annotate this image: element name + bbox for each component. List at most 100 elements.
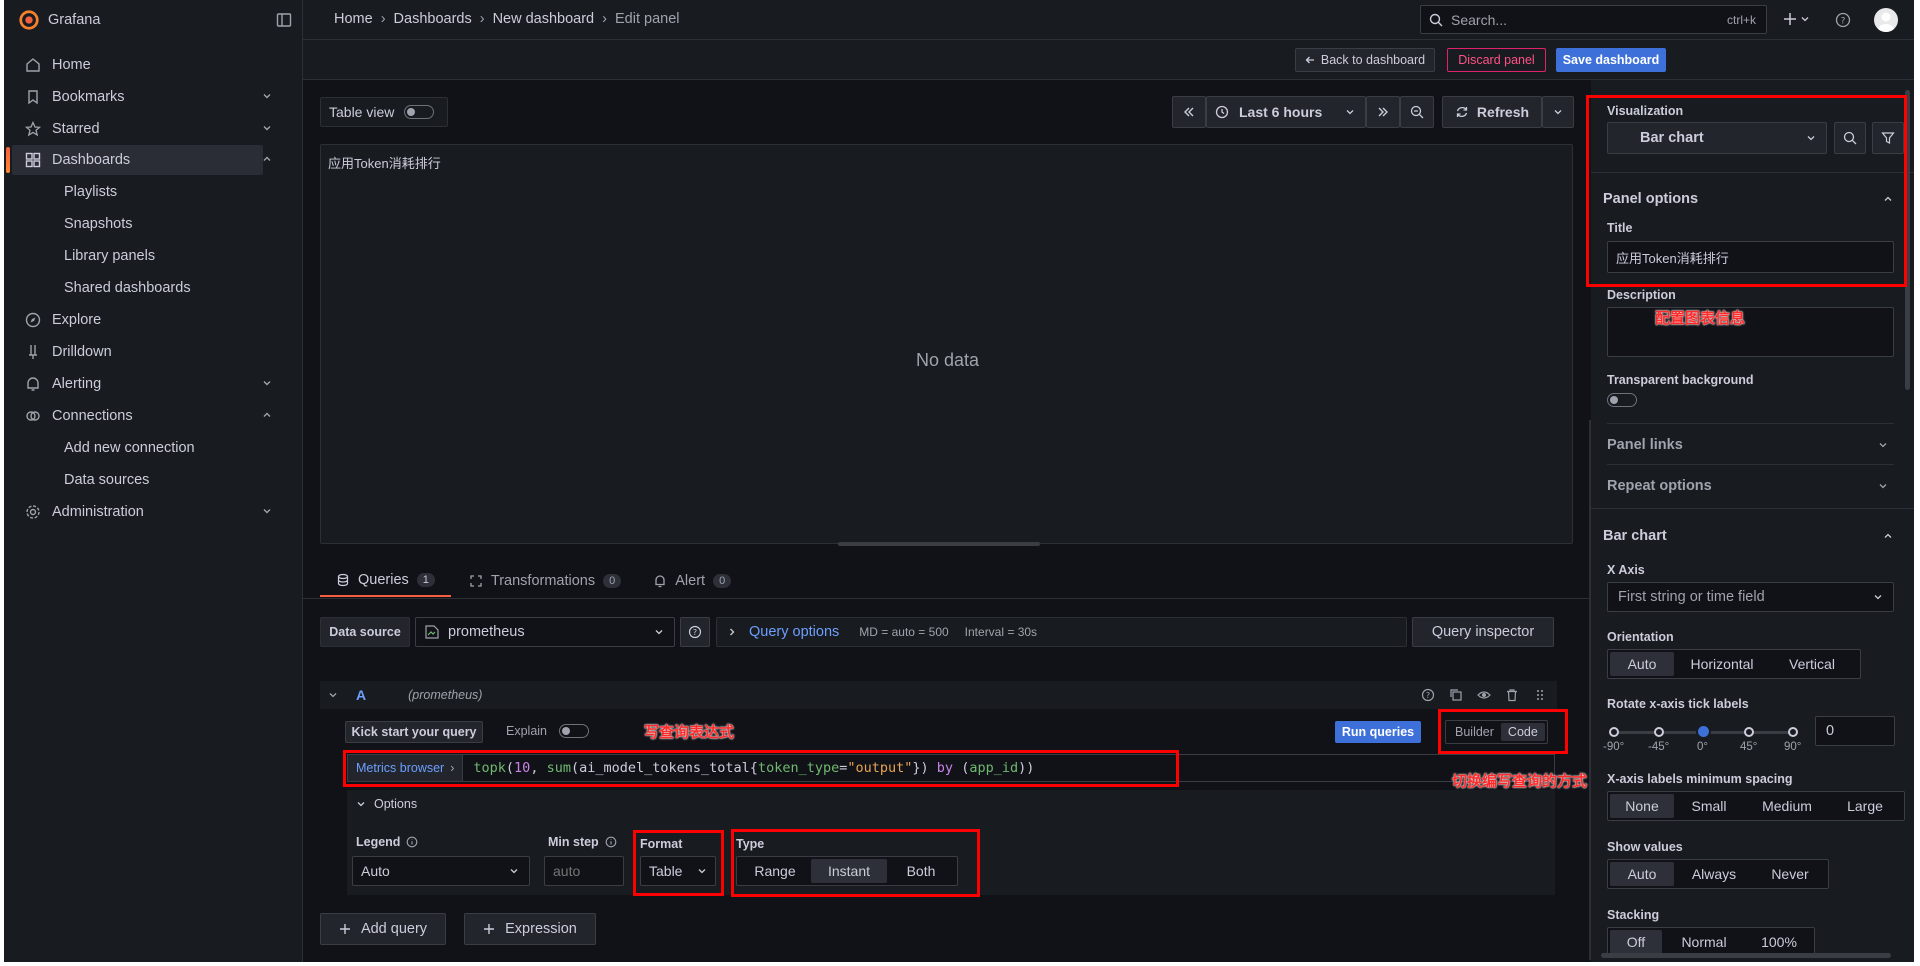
x-axis-select[interactable]: First string or time field <box>1607 582 1894 612</box>
title-input[interactable]: 应用Token消耗排行 <box>1607 241 1894 273</box>
chevron-down-icon[interactable] <box>261 122 273 134</box>
nav-starred[interactable]: Starred <box>12 114 271 144</box>
visualization-picker[interactable]: Bar chart <box>1607 122 1827 154</box>
orientation-horizontal-option[interactable]: Horizontal <box>1674 652 1770 676</box>
question-circle-icon[interactable]: ? <box>1421 688 1435 702</box>
refresh-interval-button[interactable] <box>1542 96 1574 128</box>
stacking-percent-option[interactable]: 100% <box>1746 930 1812 954</box>
orientation-auto-option[interactable]: Auto <box>1610 652 1674 676</box>
refresh-button[interactable]: Refresh <box>1442 96 1542 128</box>
show-values-never-option[interactable]: Never <box>1754 862 1826 886</box>
back-to-dashboard-button[interactable]: Back to dashboard <box>1295 48 1435 72</box>
breadcrumb-new-dashboard[interactable]: New dashboard <box>493 11 595 27</box>
tab-transformations[interactable]: Transformations 0 <box>453 565 637 597</box>
nav-administration[interactable]: Administration <box>12 497 271 527</box>
brand[interactable]: Grafana <box>18 9 100 31</box>
stacking-off-option[interactable]: Off <box>1610 930 1662 954</box>
rotate-tick-dot[interactable] <box>1744 727 1754 737</box>
transparent-background-switch[interactable] <box>1607 393 1637 407</box>
type-instant-option[interactable]: Instant <box>811 859 887 883</box>
info-circle-icon[interactable] <box>406 836 418 848</box>
trash-icon[interactable] <box>1505 688 1519 702</box>
stacking-normal-option[interactable]: Normal <box>1662 930 1746 954</box>
description-textarea[interactable] <box>1607 307 1894 357</box>
breadcrumb-home[interactable]: Home <box>334 11 373 27</box>
dock-menu-icon[interactable] <box>276 12 292 28</box>
query-inspector-button[interactable]: Query inspector <box>1412 617 1554 647</box>
code-mode-button[interactable]: Code <box>1500 723 1545 741</box>
chevron-up-icon[interactable] <box>261 153 273 165</box>
nav-shared-dashboards[interactable]: Shared dashboards <box>12 273 263 303</box>
rotate-tick-dot[interactable] <box>1654 727 1664 737</box>
add-expression-button[interactable]: Expression <box>464 913 596 945</box>
query-options-bar[interactable]: Query options MD = auto = 500 Interval =… <box>716 617 1407 647</box>
chevron-down-icon[interactable] <box>261 90 273 102</box>
data-source-picker[interactable]: prometheus <box>415 617 675 647</box>
discard-panel-button[interactable]: Discard panel <box>1447 48 1546 72</box>
tab-alert[interactable]: Alert 0 <box>637 565 747 597</box>
spacing-large-option[interactable]: Large <box>1830 794 1900 818</box>
chevron-up-icon[interactable] <box>261 409 273 421</box>
show-values-auto-option[interactable]: Auto <box>1610 862 1674 886</box>
kick-start-button[interactable]: Kick start your query <box>345 721 483 743</box>
metrics-browser-button[interactable]: Metrics browser › <box>348 755 464 781</box>
add-query-button[interactable]: Add query <box>320 913 446 945</box>
query-ref-id[interactable]: A <box>356 687 366 703</box>
nav-alerting[interactable]: Alerting <box>12 369 271 399</box>
time-back-button[interactable] <box>1172 96 1206 128</box>
type-both-option[interactable]: Both <box>887 859 955 883</box>
zoom-out-button[interactable] <box>1400 96 1434 128</box>
rotate-tick-dot[interactable] <box>1609 727 1619 737</box>
time-range-picker[interactable]: Last 6 hours <box>1206 96 1366 128</box>
legend-select[interactable]: Auto <box>352 856 530 886</box>
nav-home[interactable]: Home <box>12 50 263 80</box>
chevron-down-icon[interactable] <box>261 505 273 517</box>
spacing-none-option[interactable]: None <box>1610 794 1674 818</box>
table-view-toggle[interactable]: Table view <box>320 97 448 127</box>
nav-drilldown[interactable]: Drilldown <box>12 337 263 367</box>
eye-icon[interactable] <box>1477 688 1491 702</box>
nav-bookmarks[interactable]: Bookmarks <box>12 82 271 112</box>
splitter-handle[interactable] <box>838 542 1040 546</box>
viz-search-button[interactable] <box>1834 122 1866 154</box>
min-step-input[interactable] <box>544 856 624 886</box>
query-expression-input[interactable]: topk(10, sum(ai_model_tokens_total{token… <box>473 760 1034 776</box>
nav-explore[interactable]: Explore <box>12 305 263 335</box>
search-bar[interactable]: Search... ctrl+k <box>1420 5 1767 34</box>
options-collapse[interactable]: Options <box>356 797 417 811</box>
panel-links-header[interactable]: Panel links <box>1607 431 1894 459</box>
info-circle-icon[interactable] <box>605 836 617 848</box>
nav-dashboards[interactable]: Dashboards <box>6 145 271 175</box>
new-menu[interactable] <box>1783 12 1810 26</box>
type-range-option[interactable]: Range <box>739 859 811 883</box>
breadcrumb-dashboards[interactable]: Dashboards <box>394 11 472 27</box>
tab-queries[interactable]: Queries 1 <box>320 565 451 597</box>
help-icon[interactable]: ? <box>1835 12 1851 28</box>
bar-chart-header[interactable]: Bar chart <box>1603 521 1903 551</box>
options-scrollbar[interactable] <box>1905 90 1910 390</box>
panel-options-header[interactable]: Panel options <box>1603 184 1903 214</box>
save-dashboard-button[interactable]: Save dashboard <box>1556 48 1666 72</box>
nav-playlists[interactable]: Playlists <box>12 177 263 207</box>
options-hscrollbar[interactable] <box>1601 953 1891 958</box>
explain-toggle[interactable]: Explain <box>506 724 589 738</box>
chevron-down-icon[interactable] <box>328 690 338 700</box>
nav-data-sources[interactable]: Data sources <box>12 465 263 495</box>
nav-library-panels[interactable]: Library panels <box>12 241 263 271</box>
spacing-medium-option[interactable]: Medium <box>1744 794 1830 818</box>
explain-switch[interactable] <box>559 724 589 738</box>
viz-filter-button[interactable] <box>1872 122 1904 154</box>
data-source-help-button[interactable]: ? <box>680 617 710 647</box>
rotate-slider-handle[interactable] <box>1696 724 1711 739</box>
builder-mode-button[interactable]: Builder <box>1448 723 1501 741</box>
run-queries-button[interactable]: Run queries <box>1335 721 1421 743</box>
repeat-options-header[interactable]: Repeat options <box>1607 472 1894 500</box>
nav-connections[interactable]: Connections <box>12 401 271 431</box>
rotate-tick-dot[interactable] <box>1788 727 1798 737</box>
time-forward-button[interactable] <box>1366 96 1400 128</box>
show-values-always-option[interactable]: Always <box>1674 862 1754 886</box>
orientation-vertical-option[interactable]: Vertical <box>1770 652 1854 676</box>
rotate-value-input[interactable]: 0 <box>1815 716 1895 746</box>
drag-handle-icon[interactable] <box>1533 688 1547 702</box>
avatar[interactable] <box>1874 8 1898 32</box>
